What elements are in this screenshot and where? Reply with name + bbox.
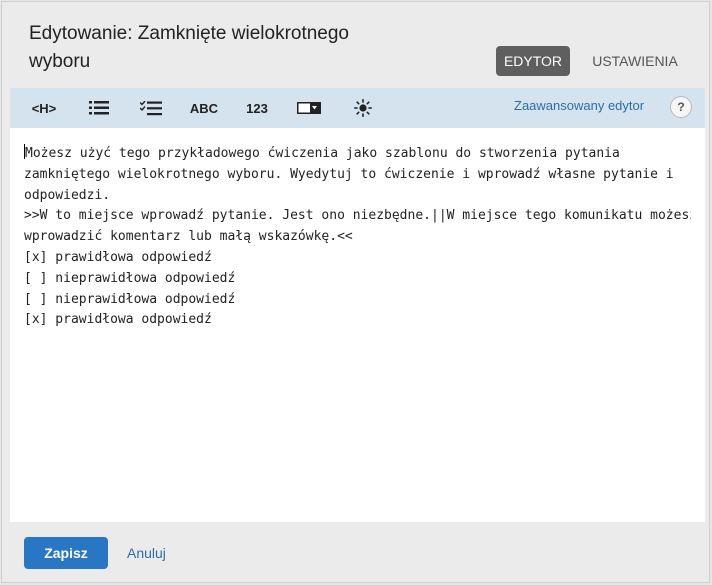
bulleted-list-icon[interactable]: [84, 94, 114, 122]
editor-line: [ ] nieprawidłowa odpowiedź: [24, 270, 236, 286]
editor-line: [x] prawidłowa odpowiedź: [24, 249, 212, 265]
editor-line: wprowadzić komentarz lub małą wskazówkę.…: [24, 229, 353, 245]
help-icon[interactable]: ?: [670, 96, 692, 118]
abc-label: ABC: [189, 100, 219, 116]
checklist-icon[interactable]: [136, 94, 166, 122]
save-button[interactable]: Zapisz: [24, 537, 108, 569]
heading-icon[interactable]: <H>: [26, 94, 62, 122]
editor-toolbar: <H> ABC 123 Zaawansowany edytor ?: [10, 88, 705, 128]
tab-editor[interactable]: EDYTOR: [496, 46, 570, 76]
dropdown-icon[interactable]: [294, 94, 324, 122]
editor-line: >>W to miejsce wprowadź pytanie. Jest on…: [24, 208, 691, 224]
editor-line: zamkniętego wielokrotnego wyboru. Wyedyt…: [24, 166, 674, 182]
editor-line: [x] prawidłowa odpowiedź: [24, 312, 212, 328]
dialog-title: Edytowanie: Zamknięte wielokrotnego wybo…: [29, 23, 350, 72]
heading-label: <H>: [31, 100, 57, 116]
abc-icon[interactable]: ABC: [186, 94, 222, 122]
editor-line: Możesz użyć tego przykładowego ćwiczenia…: [24, 144, 691, 165]
brightness-icon[interactable]: [348, 94, 378, 122]
editor-textarea[interactable]: Możesz użyć tego przykładowego ćwiczenia…: [10, 128, 705, 522]
editor-line-text: Możesz użyć tego przykładowego ćwiczenia…: [25, 146, 620, 161]
edit-dialog: Edytowanie: Zamknięte wielokrotnego wybo…: [1, 1, 710, 583]
advanced-editor-link[interactable]: Zaawansowany edytor: [514, 98, 644, 113]
editor-line: [ ] nieprawidłowa odpowiedź: [24, 291, 236, 307]
cancel-link[interactable]: Anuluj: [127, 537, 166, 569]
number-label: 123: [246, 100, 268, 116]
number-icon[interactable]: 123: [240, 94, 274, 122]
editor-line: odpowiedzi.: [24, 187, 111, 203]
tab-settings[interactable]: USTAWIENIA: [585, 46, 685, 76]
